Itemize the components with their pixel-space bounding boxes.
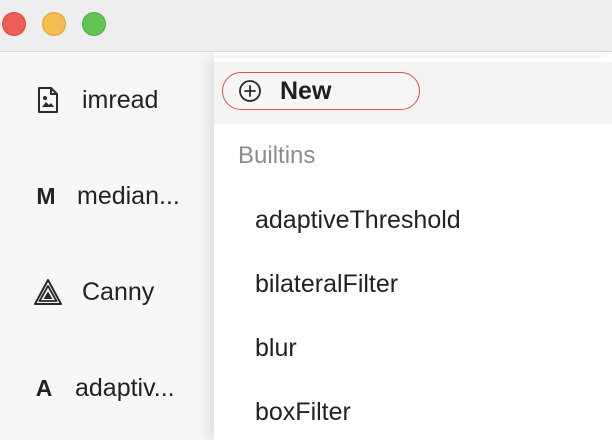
sidebar-node-median[interactable]: M median...: [0, 176, 214, 216]
minimize-window-button[interactable]: [42, 12, 66, 36]
maximize-window-button[interactable]: [82, 12, 106, 36]
menu-item-blur[interactable]: blur: [214, 326, 612, 370]
menu-item-bilateralfilter[interactable]: bilateralFilter: [214, 262, 612, 306]
new-button-label: New: [280, 76, 332, 105]
sidebar-node-label: imread: [82, 85, 159, 114]
section-title-builtins: Builtins: [238, 142, 316, 169]
letter-a-icon: A: [35, 374, 53, 401]
letter-m-icon: M: [36, 182, 56, 209]
sidebar-node-label: Canny: [82, 277, 155, 306]
add-node-menu: New Builtins adaptiveThreshold bilateral…: [214, 58, 612, 440]
node-sidebar: imread M median... Canny A adaptiv...: [0, 52, 214, 440]
plus-circle-icon: [238, 79, 262, 103]
menu-header: New: [214, 62, 612, 124]
menu-item-adaptivethreshold[interactable]: adaptiveThreshold: [214, 198, 612, 242]
sidebar-node-adaptive[interactable]: A adaptiv...: [0, 368, 214, 408]
app-window: imread M median... Canny A adaptiv... Ne…: [0, 0, 612, 440]
close-window-button[interactable]: [2, 12, 26, 36]
menu-item-label: boxFilter: [255, 397, 351, 426]
new-node-button[interactable]: New: [222, 72, 420, 110]
menu-item-label: bilateralFilter: [255, 269, 399, 298]
sidebar-node-label: adaptiv...: [75, 373, 175, 402]
sidebar-node-label: median...: [77, 181, 180, 210]
image-file-icon: [33, 85, 63, 115]
menu-item-boxfilter[interactable]: boxFilter: [214, 390, 612, 434]
menu-item-label: blur: [255, 333, 297, 362]
menu-item-label: adaptiveThreshold: [255, 205, 461, 234]
triangle-canny-icon: [33, 277, 63, 307]
sidebar-node-canny[interactable]: Canny: [0, 272, 214, 312]
sidebar-node-imread[interactable]: imread: [0, 80, 214, 120]
title-bar: [0, 0, 612, 52]
